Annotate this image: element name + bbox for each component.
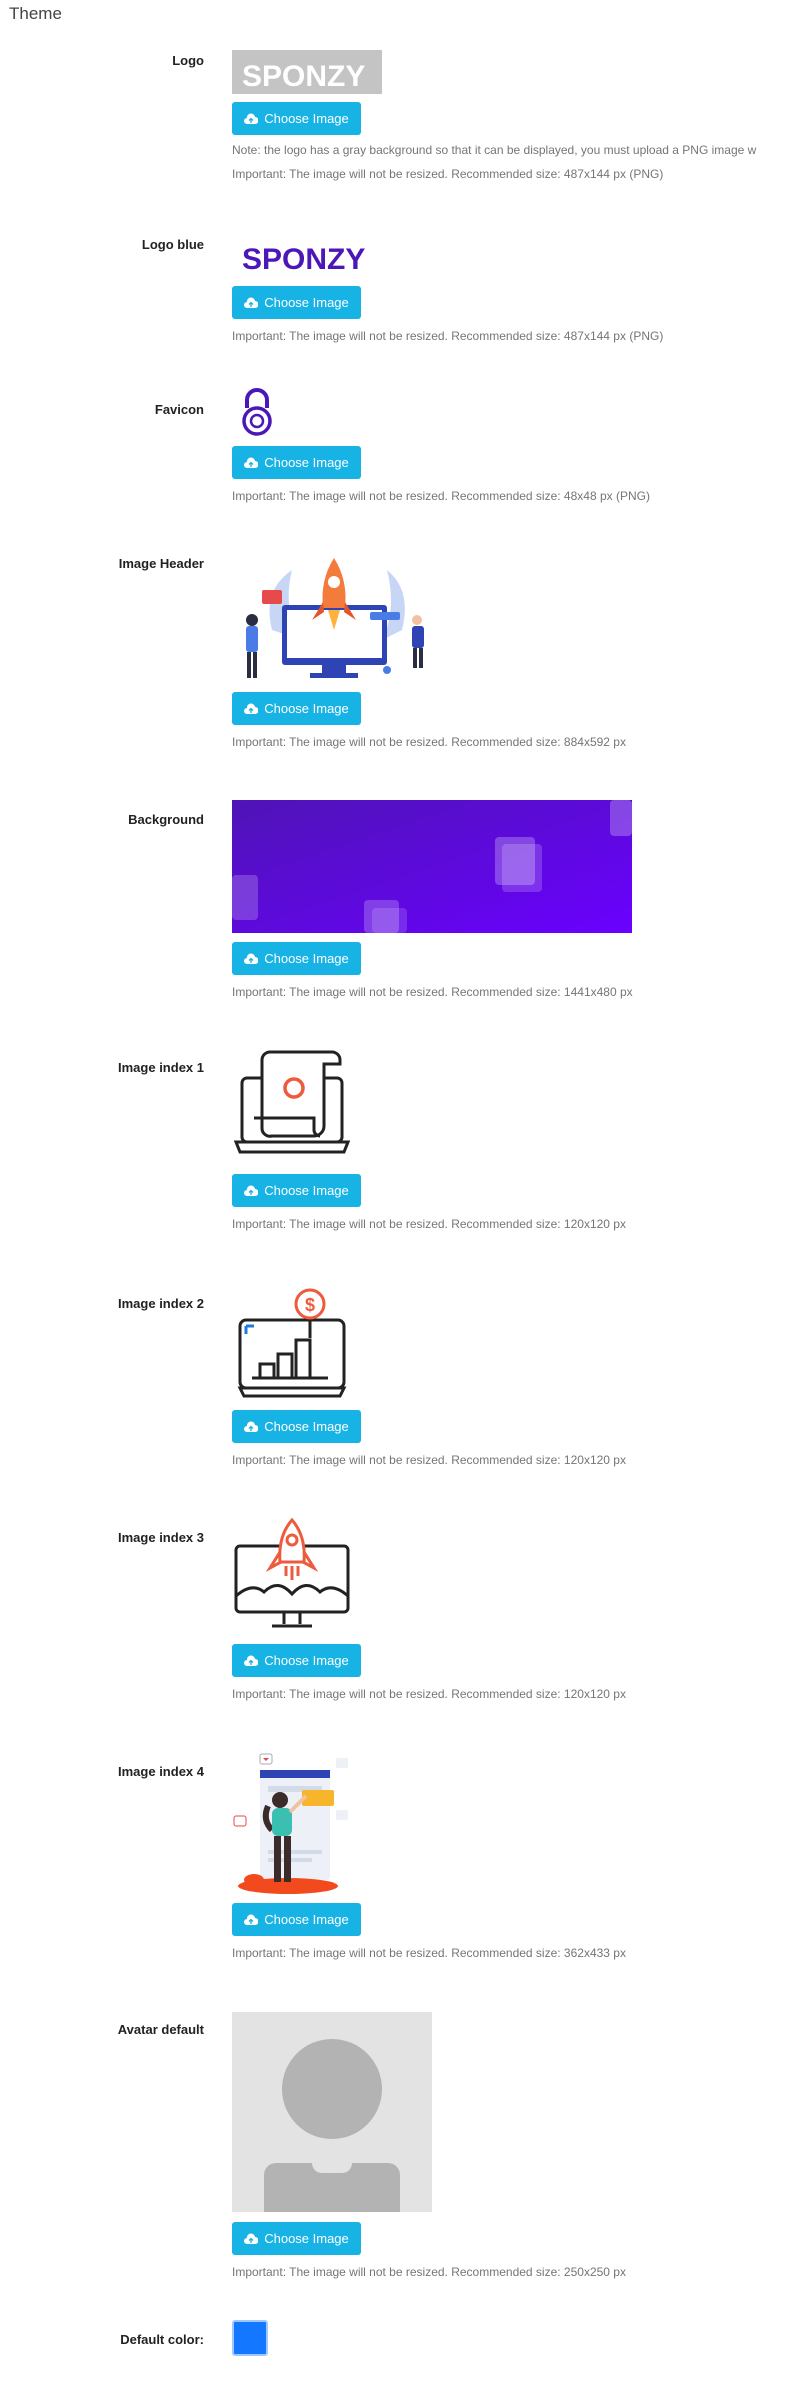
avatar-default-preview bbox=[232, 2012, 432, 2212]
laptop-chart-icon: $ bbox=[237, 1288, 347, 1398]
default-color-picker[interactable] bbox=[232, 2320, 268, 2356]
cloud-upload-icon bbox=[244, 953, 259, 964]
choose-image-button-index-4[interactable]: Choose Image bbox=[232, 1903, 361, 1936]
choose-image-label: Choose Image bbox=[264, 951, 349, 966]
image-index-4-preview bbox=[232, 1750, 352, 1895]
cloud-upload-icon bbox=[244, 1185, 259, 1196]
padlock-icon bbox=[242, 388, 272, 436]
image-index-4-label: Image index 4 bbox=[118, 1764, 204, 1779]
image-header-label: Image Header bbox=[118, 556, 204, 571]
choose-image-label: Choose Image bbox=[264, 701, 349, 716]
choose-image-button-index-1[interactable]: Choose Image bbox=[232, 1174, 361, 1207]
background-preview bbox=[232, 800, 632, 933]
choose-image-label: Choose Image bbox=[264, 1653, 349, 1668]
image-index-1-important: Important: The image will not be resized… bbox=[232, 1217, 626, 1231]
favicon-important: Important: The image will not be resized… bbox=[232, 489, 650, 503]
avatar-default-label: Avatar default bbox=[117, 2022, 204, 2037]
logo-important: Important: The image will not be resized… bbox=[232, 167, 664, 181]
choose-image-button-favicon[interactable]: Choose Image bbox=[232, 446, 361, 479]
image-index-3-preview bbox=[232, 1516, 352, 1634]
cloud-upload-icon bbox=[244, 1914, 259, 1925]
choose-image-button-avatar[interactable]: Choose Image bbox=[232, 2222, 361, 2255]
cloud-upload-icon bbox=[244, 703, 259, 714]
image-index-1-label: Image index 1 bbox=[118, 1060, 204, 1075]
image-index-2-important: Important: The image will not be resized… bbox=[232, 1453, 626, 1467]
image-header-important: Important: The image will not be resized… bbox=[232, 735, 626, 749]
choose-image-label: Choose Image bbox=[264, 1419, 349, 1434]
background-label: Background bbox=[128, 812, 204, 827]
logo-blue-label: Logo blue bbox=[141, 237, 204, 252]
image-index-2-label: Image index 2 bbox=[118, 1296, 204, 1311]
cloud-upload-icon bbox=[244, 1421, 259, 1432]
choose-image-label: Choose Image bbox=[264, 295, 349, 310]
image-header-preview bbox=[232, 550, 432, 684]
choose-image-label: Choose Image bbox=[264, 2231, 349, 2246]
logo-preview: SPONZY bbox=[232, 50, 382, 94]
default-color-label: Default color: bbox=[120, 2332, 204, 2347]
choose-image-button-logo-blue[interactable]: Choose Image bbox=[232, 286, 361, 319]
choose-image-label: Choose Image bbox=[264, 111, 349, 126]
logo-blue-brand-text: SPONZY bbox=[242, 243, 365, 276]
choose-image-button-index-2[interactable]: Choose Image bbox=[232, 1410, 361, 1443]
image-index-2-preview: $ bbox=[232, 1282, 352, 1402]
avatar-default-important: Important: The image will not be resized… bbox=[232, 2265, 626, 2279]
choose-image-button-image-header[interactable]: Choose Image bbox=[232, 692, 361, 725]
choose-image-button-index-3[interactable]: Choose Image bbox=[232, 1644, 361, 1677]
choose-image-label: Choose Image bbox=[264, 1912, 349, 1927]
logo-label: Logo bbox=[172, 53, 204, 68]
cloud-upload-icon bbox=[244, 2233, 259, 2244]
cloud-upload-icon bbox=[244, 297, 259, 308]
laptop-document-icon bbox=[233, 1050, 351, 1154]
cloud-upload-icon bbox=[244, 457, 259, 468]
logo-brand-text: SPONZY bbox=[242, 60, 365, 93]
monitor-rocket-icon bbox=[234, 1517, 350, 1628]
background-important: Important: The image will not be resized… bbox=[232, 985, 633, 999]
cloud-upload-icon bbox=[244, 1655, 259, 1666]
favicon-preview bbox=[232, 388, 282, 438]
logo-note: Note: the logo has a gray background so … bbox=[232, 143, 757, 157]
choose-image-button-background[interactable]: Choose Image bbox=[232, 942, 361, 975]
image-index-3-label: Image index 3 bbox=[118, 1530, 204, 1545]
image-index-1-preview bbox=[232, 1046, 352, 1166]
favicon-label: Favicon bbox=[154, 402, 204, 417]
svg-text:$: $ bbox=[305, 1295, 315, 1315]
image-index-4-important: Important: The image will not be resized… bbox=[232, 1946, 626, 1960]
choose-image-label: Choose Image bbox=[264, 1183, 349, 1198]
default-avatar-icon bbox=[232, 2012, 432, 2212]
page-title: Theme bbox=[9, 4, 62, 23]
image-index-3-important: Important: The image will not be resized… bbox=[232, 1687, 626, 1701]
cloud-upload-icon bbox=[244, 113, 259, 124]
logo-blue-preview: SPONZY bbox=[232, 234, 382, 278]
logo-blue-important: Important: The image will not be resized… bbox=[232, 329, 664, 343]
choose-image-label: Choose Image bbox=[264, 455, 349, 470]
woman-webpage-illustration bbox=[233, 1753, 348, 1894]
choose-image-button-logo[interactable]: Choose Image bbox=[232, 102, 361, 135]
